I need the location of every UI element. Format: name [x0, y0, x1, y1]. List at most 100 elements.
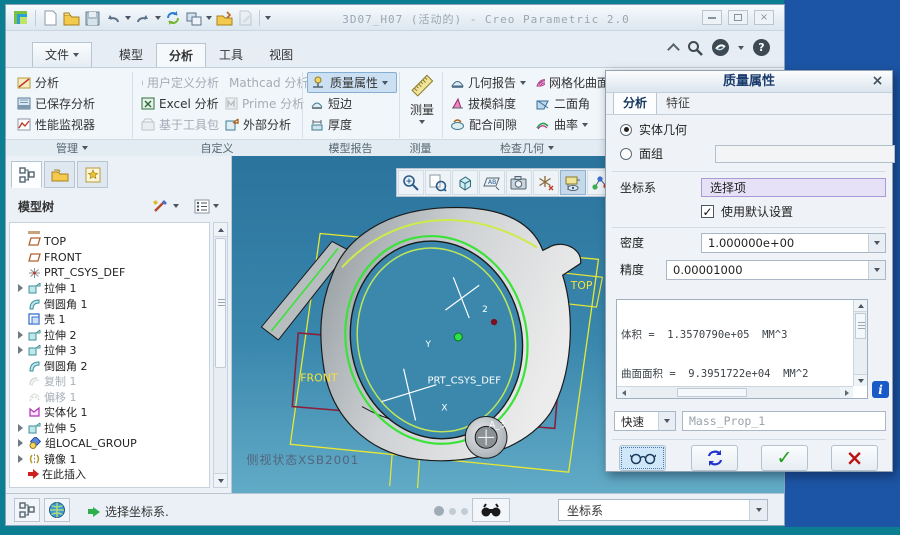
tree-item-extrude[interactable]: 拉伸 2: [10, 327, 209, 343]
dialog-tab-analysis[interactable]: 分析: [613, 91, 657, 114]
saved-analysis-button[interactable]: 已保存分析: [14, 93, 130, 114]
creo-community-icon[interactable]: [712, 39, 729, 56]
edit-document-button[interactable]: [236, 9, 254, 27]
tree-item-copy[interactable]: 复制 1: [10, 374, 209, 390]
tree-item-shell[interactable]: 壳 1: [10, 312, 209, 328]
tab-analysis[interactable]: 分析: [156, 43, 206, 68]
tree-item-mirror[interactable]: 镜像 1: [10, 451, 209, 467]
scrollbar-thumb[interactable]: [855, 313, 866, 339]
tree-item-csys[interactable]: PRT_CSYS_DEF: [10, 265, 209, 281]
mesh-surface-button[interactable]: 网格化曲面: [532, 72, 612, 93]
quick-caret-icon[interactable]: [658, 412, 675, 430]
close-button[interactable]: ×: [754, 10, 774, 25]
tree-tools-button[interactable]: [152, 198, 179, 214]
navigator-toggle-button[interactable]: [14, 498, 40, 522]
open-file-button[interactable]: [62, 9, 80, 27]
thickness-button[interactable]: 厚度: [307, 114, 397, 135]
selection-filter-combo[interactable]: 坐标系: [558, 499, 768, 521]
results-vscrollbar[interactable]: [853, 300, 867, 386]
tree-item-solidify[interactable]: 实体化 1: [10, 405, 209, 421]
quilt-radio-row[interactable]: 面组: [620, 145, 892, 162]
group-label-manage[interactable]: 管理: [14, 141, 130, 155]
mass-properties-button[interactable]: 质量属性: [307, 72, 397, 93]
favorites-tab[interactable]: [77, 161, 108, 188]
excel-analysis-button[interactable]: Excel 分析: [138, 93, 222, 114]
analysis-button[interactable]: 分析: [14, 72, 130, 93]
filter-caret-icon[interactable]: [749, 500, 767, 520]
expand-icon[interactable]: [18, 346, 23, 354]
close-window-button[interactable]: [215, 9, 233, 27]
dihedral-angle-button[interactable]: 二面角: [532, 93, 612, 114]
measure-button[interactable]: 测量: [404, 72, 440, 124]
dialog-tab-feature[interactable]: 特征: [657, 92, 699, 114]
mathcad-analysis-button[interactable]: Mathcad 分析: [222, 72, 308, 93]
annotation-display-button[interactable]: [560, 170, 586, 195]
tree-item-extrude[interactable]: 拉伸 5: [10, 420, 209, 436]
tree-item-extrude[interactable]: 拉伸 1: [10, 281, 209, 297]
expand-icon[interactable]: [18, 331, 23, 339]
scroll-left-button[interactable]: [617, 387, 630, 398]
display-style-button[interactable]: [506, 170, 532, 195]
regenerate-button[interactable]: [164, 9, 182, 27]
tree-scrollbar[interactable]: [213, 222, 228, 488]
tab-file[interactable]: 文件: [32, 42, 92, 68]
scrollbar-thumb[interactable]: [215, 238, 226, 368]
draft-analysis-button[interactable]: 拔模斜度: [447, 93, 529, 114]
info-icon[interactable]: i: [872, 381, 889, 398]
tree-item-datum-plane[interactable]: TOP: [10, 234, 209, 250]
dialog-close-button[interactable]: ×: [869, 73, 886, 90]
ok-button[interactable]: ✓: [761, 445, 808, 471]
tab-view[interactable]: 视图: [256, 42, 306, 68]
zoom-in-button[interactable]: [398, 170, 424, 195]
refit-button[interactable]: [425, 170, 451, 195]
tree-item-insert-here[interactable]: 在此插入: [10, 467, 209, 483]
search-icon[interactable]: [687, 40, 703, 56]
tab-model[interactable]: 模型: [106, 42, 156, 68]
redo-button[interactable]: [134, 9, 152, 27]
prime-analysis-button[interactable]: Prime 分析: [222, 93, 308, 114]
save-button[interactable]: [83, 9, 101, 27]
csys-collector-field[interactable]: 选择项: [701, 178, 886, 197]
results-hscrollbar[interactable]: [617, 386, 853, 398]
minimize-ribbon-icon[interactable]: [667, 43, 680, 56]
redo-menu-caret-icon[interactable]: [155, 16, 161, 20]
external-analysis-button[interactable]: 外部分析: [222, 114, 308, 135]
tree-item-round[interactable]: 倒圆角 2: [10, 358, 209, 374]
curvature-button[interactable]: 曲率: [532, 114, 612, 135]
quilt-radio[interactable]: [620, 148, 632, 160]
windows-button[interactable]: [185, 9, 203, 27]
geometry-report-button[interactable]: 几何报告: [447, 72, 529, 93]
help-icon[interactable]: ?: [753, 39, 770, 56]
solid-geometry-radio-row[interactable]: 实体几何: [620, 121, 892, 138]
use-default-row[interactable]: ✓ 使用默认设置: [701, 203, 892, 220]
expand-icon[interactable]: [18, 424, 23, 432]
scroll-up-button[interactable]: [214, 223, 227, 237]
browser-toggle-button[interactable]: [44, 498, 70, 522]
expand-icon[interactable]: [18, 455, 23, 463]
scroll-down-button[interactable]: [854, 374, 867, 386]
quilt-collector-field[interactable]: [715, 145, 895, 163]
expand-icon[interactable]: [18, 439, 23, 447]
folder-browser-tab[interactable]: [44, 161, 75, 188]
windows-menu-caret-icon[interactable]: [206, 16, 212, 20]
results-box[interactable]: 体积 = 1.3570790e+05 MM^3 曲面面积 = 9.3951722…: [616, 299, 868, 399]
analysis-name-field[interactable]: Mass_Prop_1: [682, 411, 886, 431]
repeat-button[interactable]: [691, 445, 738, 471]
tree-settings-button[interactable]: [194, 199, 219, 214]
preview-button[interactable]: [619, 445, 666, 471]
fit-clearance-button[interactable]: 配合间隙: [447, 114, 529, 135]
tree-item-round[interactable]: 倒圆角 1: [10, 296, 209, 312]
quick-combo[interactable]: 快速: [614, 411, 676, 431]
expand-icon[interactable]: [18, 284, 23, 292]
cancel-button[interactable]: ×: [831, 445, 878, 471]
accuracy-combo[interactable]: 0.00001000: [666, 260, 886, 280]
user-defined-analysis-button[interactable]: 用户定义分析: [138, 72, 222, 93]
use-default-checkbox[interactable]: ✓: [701, 205, 714, 218]
accuracy-caret-icon[interactable]: [868, 261, 885, 279]
tree-item-extrude[interactable]: 拉伸 3: [10, 343, 209, 359]
tree-item-offset[interactable]: 偏移 1: [10, 389, 209, 405]
new-file-button[interactable]: [41, 9, 59, 27]
scroll-right-button[interactable]: [840, 387, 853, 398]
density-caret-icon[interactable]: [868, 234, 885, 252]
scroll-down-button[interactable]: [214, 473, 227, 487]
